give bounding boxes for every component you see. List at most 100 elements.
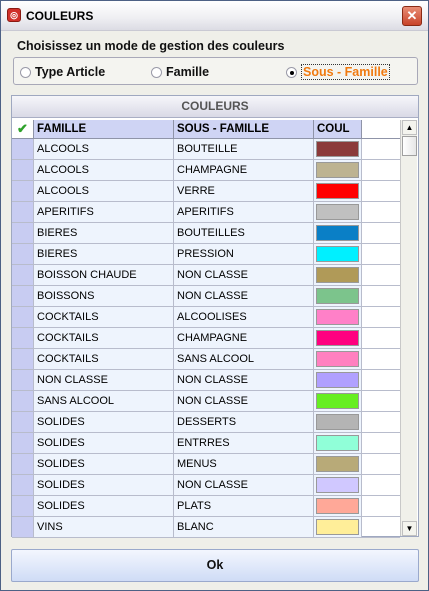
color-swatch[interactable] xyxy=(316,162,359,178)
cell-famille[interactable]: COCKTAILS xyxy=(34,328,174,348)
radio-famille[interactable]: Famille xyxy=(151,64,209,80)
color-swatch[interactable] xyxy=(316,435,359,451)
cell-couleur[interactable] xyxy=(314,328,362,348)
cell-couleur[interactable] xyxy=(314,202,362,222)
column-header-famille[interactable]: FAMILLE xyxy=(34,120,174,138)
table-row[interactable]: NON CLASSE NON CLASSE xyxy=(12,370,400,391)
cell-sous-famille[interactable]: BOUTEILLE xyxy=(174,139,314,159)
cell-famille[interactable]: COCKTAILS xyxy=(34,349,174,369)
cell-sous-famille[interactable]: SANS ALCOOL xyxy=(174,349,314,369)
cell-famille[interactable]: SOLIDES xyxy=(34,454,174,474)
table-row[interactable]: SOLIDES PLATS xyxy=(12,496,400,517)
color-swatch[interactable] xyxy=(316,393,359,409)
cell-couleur[interactable] xyxy=(314,139,362,159)
cell-couleur[interactable] xyxy=(314,181,362,201)
cell-famille[interactable]: VINS xyxy=(34,517,174,537)
scroll-up-icon[interactable]: ▲ xyxy=(402,120,417,135)
row-selector[interactable] xyxy=(12,391,34,411)
color-swatch[interactable] xyxy=(316,477,359,493)
table-row[interactable]: SOLIDES DESSERTS xyxy=(12,412,400,433)
color-swatch[interactable] xyxy=(316,204,359,220)
scroll-thumb[interactable] xyxy=(402,136,417,156)
color-swatch[interactable] xyxy=(316,309,359,325)
table-row[interactable]: VINS BLANC xyxy=(12,517,400,538)
cell-famille[interactable]: COCKTAILS xyxy=(34,307,174,327)
row-selector[interactable] xyxy=(12,328,34,348)
vertical-scrollbar[interactable]: ▲ ▼ xyxy=(400,120,417,536)
cell-famille[interactable]: BOISSON CHAUDE xyxy=(34,265,174,285)
cell-sous-famille[interactable]: PRESSION xyxy=(174,244,314,264)
cell-couleur[interactable] xyxy=(314,244,362,264)
column-header-couleur[interactable]: COUL xyxy=(314,120,362,138)
radio-dot-icon[interactable] xyxy=(151,66,162,78)
cell-couleur[interactable] xyxy=(314,391,362,411)
row-selector[interactable] xyxy=(12,139,34,159)
cell-sous-famille[interactable]: MENUS xyxy=(174,454,314,474)
cell-famille[interactable]: SANS ALCOOL xyxy=(34,391,174,411)
table-row[interactable]: BIERES PRESSION xyxy=(12,244,400,265)
color-swatch[interactable] xyxy=(316,225,359,241)
scroll-down-icon[interactable]: ▼ xyxy=(402,521,417,536)
cell-famille[interactable]: NON CLASSE xyxy=(34,370,174,390)
table-row[interactable]: APERITIFS APERITIFS xyxy=(12,202,400,223)
color-swatch[interactable] xyxy=(316,246,359,262)
cell-sous-famille[interactable]: APERITIFS xyxy=(174,202,314,222)
cell-famille[interactable]: ALCOOLS xyxy=(34,160,174,180)
color-swatch[interactable] xyxy=(316,519,359,535)
table-row[interactable]: SANS ALCOOL NON CLASSE xyxy=(12,391,400,412)
row-selector[interactable] xyxy=(12,286,34,306)
cell-famille[interactable]: BIERES xyxy=(34,244,174,264)
row-selector[interactable] xyxy=(12,496,34,516)
row-selector[interactable] xyxy=(12,370,34,390)
cell-famille[interactable]: BOISSONS xyxy=(34,286,174,306)
cell-sous-famille[interactable]: NON CLASSE xyxy=(174,391,314,411)
row-selector[interactable] xyxy=(12,412,34,432)
cell-famille[interactable]: SOLIDES xyxy=(34,475,174,495)
cell-famille[interactable]: SOLIDES xyxy=(34,433,174,453)
cell-couleur[interactable] xyxy=(314,349,362,369)
cell-sous-famille[interactable]: CHAMPAGNE xyxy=(174,328,314,348)
cell-couleur[interactable] xyxy=(314,496,362,516)
color-swatch[interactable] xyxy=(316,330,359,346)
cell-couleur[interactable] xyxy=(314,370,362,390)
cell-sous-famille[interactable]: PLATS xyxy=(174,496,314,516)
row-selector[interactable] xyxy=(12,265,34,285)
row-selector[interactable] xyxy=(12,307,34,327)
check-icon[interactable]: ✔ xyxy=(12,120,34,138)
color-swatch[interactable] xyxy=(316,456,359,472)
column-header-sous-famille[interactable]: SOUS - FAMILLE xyxy=(174,120,314,138)
cell-sous-famille[interactable]: NON CLASSE xyxy=(174,370,314,390)
cell-sous-famille[interactable]: ENTRRES xyxy=(174,433,314,453)
cell-couleur[interactable] xyxy=(314,454,362,474)
row-selector[interactable] xyxy=(12,433,34,453)
cell-famille[interactable]: ALCOOLS xyxy=(34,139,174,159)
table-row[interactable]: ALCOOLS BOUTEILLE xyxy=(12,139,400,160)
table-row[interactable]: SOLIDES MENUS xyxy=(12,454,400,475)
table-row[interactable]: COCKTAILS SANS ALCOOL xyxy=(12,349,400,370)
table-row[interactable]: ALCOOLS CHAMPAGNE xyxy=(12,160,400,181)
row-selector[interactable] xyxy=(12,202,34,222)
table-row[interactable]: BIERES BOUTEILLES xyxy=(12,223,400,244)
cell-couleur[interactable] xyxy=(314,265,362,285)
cell-sous-famille[interactable]: VERRE xyxy=(174,181,314,201)
cell-sous-famille[interactable]: NON CLASSE xyxy=(174,286,314,306)
cell-couleur[interactable] xyxy=(314,223,362,243)
table-row[interactable]: SOLIDES ENTRRES xyxy=(12,433,400,454)
cell-couleur[interactable] xyxy=(314,517,362,537)
table-row[interactable]: SOLIDES NON CLASSE xyxy=(12,475,400,496)
radio-sous-famille[interactable]: Sous - Famille xyxy=(286,64,390,80)
color-swatch[interactable] xyxy=(316,141,359,157)
table-row[interactable]: BOISSONS NON CLASSE xyxy=(12,286,400,307)
row-selector[interactable] xyxy=(12,244,34,264)
cell-couleur[interactable] xyxy=(314,307,362,327)
radio-type-article[interactable]: Type Article xyxy=(20,64,105,80)
cell-famille[interactable]: SOLIDES xyxy=(34,496,174,516)
color-swatch[interactable] xyxy=(316,288,359,304)
color-swatch[interactable] xyxy=(316,372,359,388)
radio-dot-icon[interactable] xyxy=(20,66,31,78)
color-swatch[interactable] xyxy=(316,183,359,199)
row-selector[interactable] xyxy=(12,223,34,243)
table-row[interactable]: COCKTAILS CHAMPAGNE xyxy=(12,328,400,349)
cell-sous-famille[interactable]: CHAMPAGNE xyxy=(174,160,314,180)
cell-couleur[interactable] xyxy=(314,286,362,306)
